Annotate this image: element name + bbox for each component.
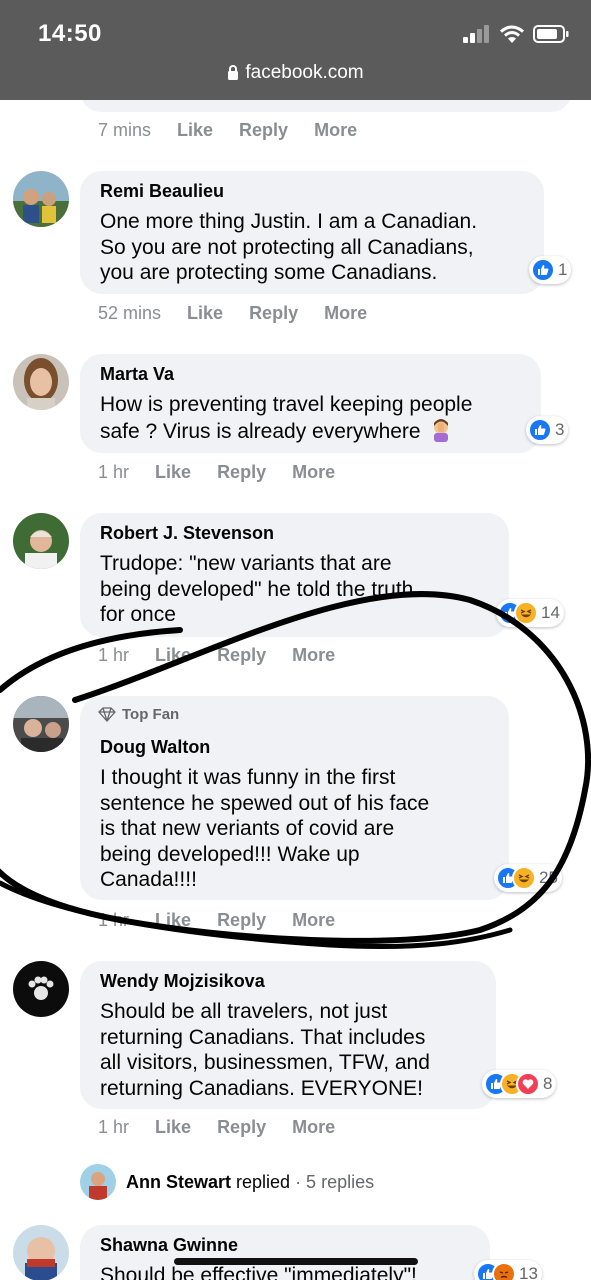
reaction-summary[interactable]: 14: [496, 599, 564, 627]
reply-count[interactable]: · 5 replies: [295, 1172, 374, 1193]
comment-time: 7 mins: [98, 120, 152, 140]
comment-bubble[interactable]: Robert J. Stevenson Trudope: "new varian…: [80, 513, 509, 637]
more-link[interactable]: More: [292, 910, 335, 931]
comment-text: I thought it was funny in the first sent…: [100, 766, 430, 891]
battery-icon: [533, 25, 569, 43]
reaction-summary[interactable]: 8: [482, 1070, 557, 1098]
like-reaction-icon: [528, 418, 552, 442]
clock: 14:50: [38, 20, 102, 47]
comment-author[interactable]: Marta Va: [100, 364, 174, 385]
like-link[interactable]: Like: [155, 462, 191, 483]
reaction-summary[interactable]: 13: [474, 1260, 542, 1280]
home-indicator[interactable]: [174, 1258, 418, 1265]
love-reaction-icon: [516, 1072, 540, 1096]
comment-author[interactable]: Shawna Gwinne: [100, 1235, 238, 1256]
reply-link[interactable]: Reply: [217, 1117, 266, 1138]
more-link[interactable]: More: [292, 462, 335, 483]
comment-text-content: How is preventing travel keeping people …: [100, 393, 473, 443]
comment-bubble[interactable]: Shawna Gwinne Should be effective "immed…: [80, 1225, 490, 1280]
like-link[interactable]: Like: [155, 910, 191, 931]
like-reaction-icon: [531, 258, 555, 282]
comment-time: 1 hr: [98, 1117, 130, 1137]
comment-list: 7 mins Like Reply More Remi Beaulieu One…: [0, 100, 591, 1280]
reply-link[interactable]: Reply: [249, 303, 298, 324]
address-bar[interactable]: facebook.com: [0, 62, 591, 84]
lock-icon: [228, 65, 239, 80]
comment-bubble[interactable]: Remi Beaulieu One more thing Justin. I a…: [80, 171, 544, 294]
status-icons: [463, 24, 569, 44]
comment-text: Should be effective "immediately"!: [100, 1264, 417, 1280]
reaction-summary[interactable]: 25: [494, 864, 562, 892]
comment-text: One more thing Justin. I am a Canadian. …: [100, 210, 478, 284]
reaction-count: 13: [519, 1264, 538, 1280]
reply-verb: replied: [236, 1171, 291, 1192]
comment-author[interactable]: Remi Beaulieu: [100, 181, 224, 202]
reply-link[interactable]: Reply: [217, 645, 266, 666]
comment-actions: 1 hr Like Reply More: [98, 645, 361, 666]
avatar[interactable]: [13, 961, 69, 1017]
reply-author[interactable]: Ann Stewart: [126, 1172, 231, 1193]
top-fan-label: Top Fan: [122, 706, 180, 723]
comment-bubble[interactable]: Marta Va How is preventing travel keepin…: [80, 354, 541, 453]
comment-actions: 7 mins Like Reply More: [98, 120, 383, 141]
reply-link[interactable]: Reply: [217, 910, 266, 931]
more-link[interactable]: More: [292, 1117, 335, 1138]
like-link[interactable]: Like: [155, 645, 191, 666]
comment-actions: 1 hr Like Reply More: [98, 462, 361, 483]
reaction-count: 25: [539, 868, 558, 887]
like-link[interactable]: Like: [155, 1117, 191, 1138]
reaction-count: 14: [541, 603, 560, 622]
url-text: facebook.com: [245, 62, 364, 83]
more-link[interactable]: More: [314, 120, 357, 141]
comment-text: Should be all travelers, not just return…: [100, 1000, 430, 1100]
comment-bubble[interactable]: Top Fan Doug Walton I thought it was fun…: [80, 696, 509, 900]
view-replies-row[interactable]: Ann Stewart replied · 5 replies: [80, 1164, 374, 1200]
comment-actions: 1 hr Like Reply More: [98, 1117, 361, 1138]
haha-reaction-icon: [514, 601, 538, 625]
comment-author[interactable]: Robert J. Stevenson: [100, 523, 274, 544]
diamond-icon: [98, 707, 116, 722]
more-link[interactable]: More: [324, 303, 367, 324]
comment-text: Trudope: "new variants that are being de…: [100, 552, 414, 626]
comment-text: How is preventing travel keeping people …: [100, 392, 472, 448]
avatar[interactable]: [13, 354, 69, 410]
haha-reaction-icon: [512, 866, 536, 890]
avatar[interactable]: [13, 513, 69, 569]
reaction-summary[interactable]: 1: [529, 256, 572, 284]
reaction-summary[interactable]: 3: [526, 416, 569, 444]
reaction-count: 1: [558, 260, 568, 279]
avatar: [80, 1164, 116, 1200]
facepalm-emoji-icon: [429, 418, 453, 449]
avatar[interactable]: [13, 171, 69, 227]
comment-author[interactable]: Wendy Mojzisikova: [100, 971, 265, 992]
reaction-count: 8: [543, 1074, 553, 1093]
comment-actions: 52 mins Like Reply More: [98, 303, 393, 324]
avatar[interactable]: [13, 696, 69, 752]
top-fan-badge: Top Fan: [98, 706, 179, 723]
angry-reaction-icon: [492, 1262, 516, 1280]
comment-time: 52 mins: [98, 303, 162, 323]
comment-bubble[interactable]: Wendy Mojzisikova Should be all traveler…: [80, 961, 496, 1109]
comment-time: 1 hr: [98, 462, 130, 482]
like-link[interactable]: Like: [187, 303, 223, 324]
reply-link[interactable]: Reply: [217, 462, 266, 483]
comment-time: 1 hr: [98, 645, 130, 665]
comment-time: 1 hr: [98, 910, 130, 930]
wifi-icon: [500, 25, 524, 43]
like-link[interactable]: Like: [177, 120, 213, 141]
reply-link[interactable]: Reply: [239, 120, 288, 141]
status-bar: 14:50 facebook.com: [0, 0, 591, 100]
more-link[interactable]: More: [292, 645, 335, 666]
avatar[interactable]: [13, 1225, 69, 1280]
reaction-count: 3: [555, 420, 565, 439]
signal-icon: [463, 25, 489, 43]
comment-bubble-previous[interactable]: [80, 100, 572, 112]
comment-author[interactable]: Doug Walton: [100, 737, 210, 758]
comment-actions: 1 hr Like Reply More: [98, 910, 361, 931]
